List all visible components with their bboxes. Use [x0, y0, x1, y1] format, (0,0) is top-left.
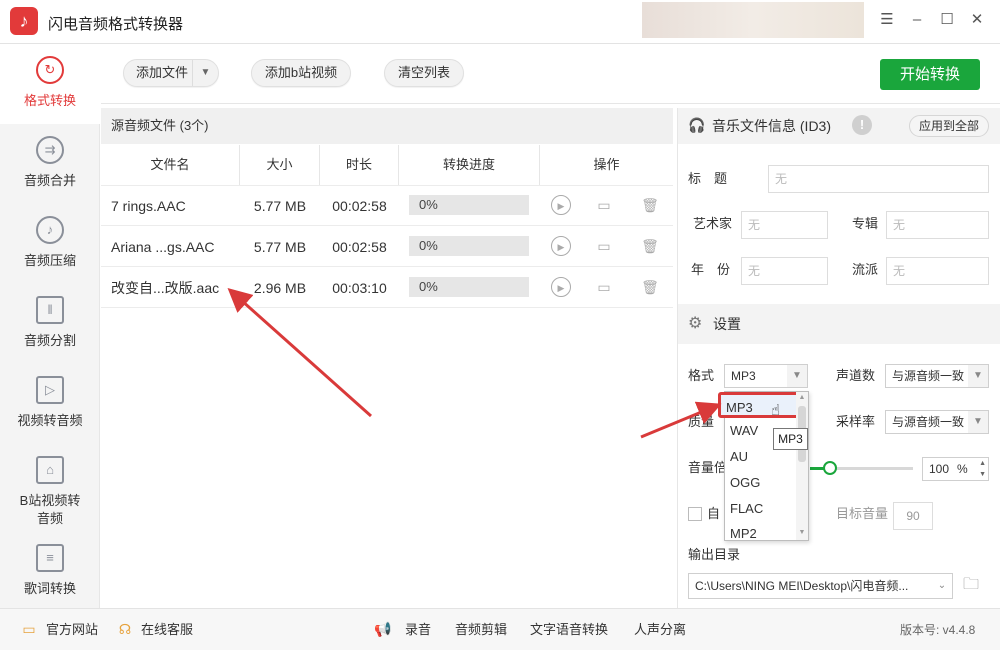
online-support-link[interactable]: 在线客服 [141, 622, 193, 638]
vocal-separation-link[interactable]: 人声分离 [634, 622, 686, 638]
annotation-arrow-file [227, 288, 372, 418]
annotation-arrow-format [640, 401, 722, 439]
monitor-icon: ▭ [22, 621, 36, 637]
annotation-arrows [227, 288, 722, 439]
tts-link[interactable]: 文字语音转换 [530, 622, 608, 638]
official-website-link[interactable]: 官方网站 [46, 622, 98, 638]
headset-icon: ☊ [118, 621, 132, 637]
audio-edit-link[interactable]: 音频剪辑 [455, 622, 507, 638]
version-text: 版本号: v4.4.8 [900, 623, 976, 637]
record-link[interactable]: 录音 [405, 622, 431, 638]
megaphone-icon: 📢 [374, 621, 392, 637]
